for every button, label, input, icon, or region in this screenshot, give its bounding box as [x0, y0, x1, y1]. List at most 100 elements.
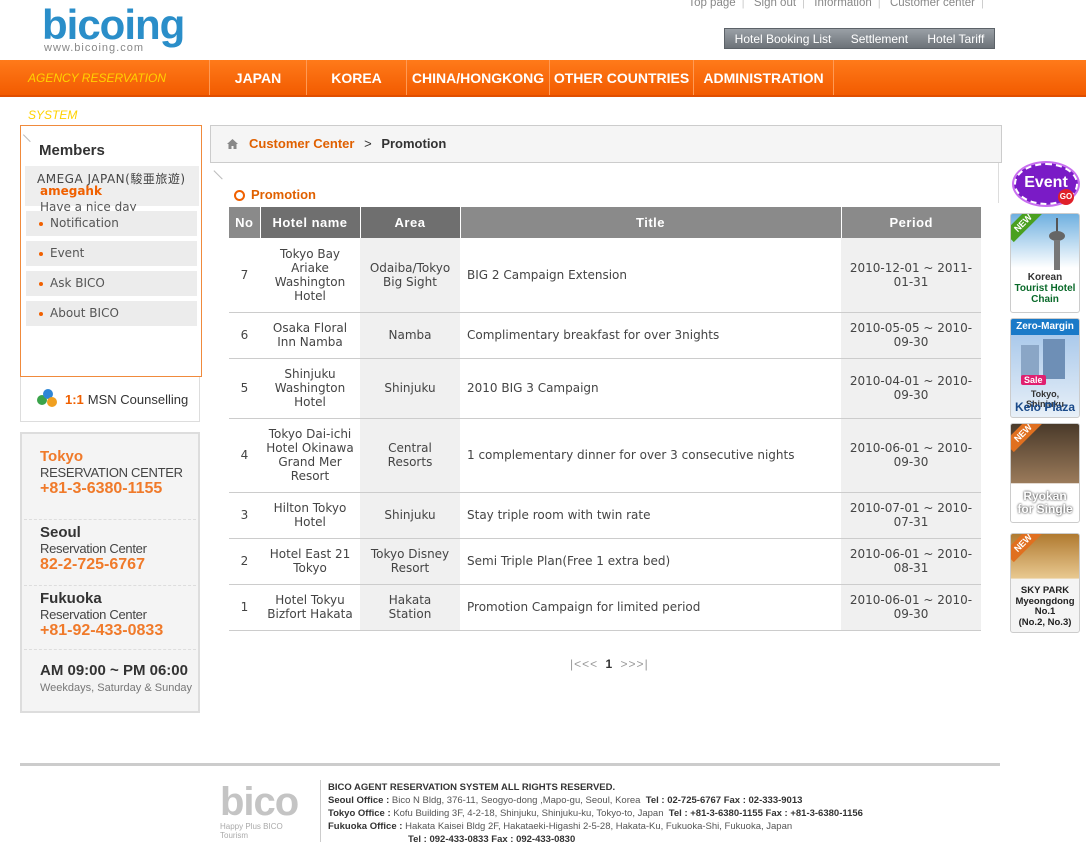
settlement-button[interactable]: Settlement	[851, 32, 908, 46]
row-title-link[interactable]: 2010 BIG 3 Campaign	[460, 358, 841, 419]
ryokan-banner[interactable]: NEW Ryokan for Single	[1010, 423, 1080, 523]
msn-counselling-button[interactable]: 1:1 MSN Counselling	[20, 377, 200, 422]
row-hotel: Hotel East 21 Tokyo	[260, 538, 360, 585]
pager-last[interactable]: >>|	[629, 657, 649, 671]
ryokan-line2: for Single	[1017, 502, 1073, 516]
nav-japan[interactable]: JAPAN	[210, 60, 307, 95]
row-title-link[interactable]: Complimentary breakfast for over 3nights	[460, 312, 841, 359]
row-period: 2010-05-05 ~ 2010-09-30	[841, 312, 981, 359]
row-title-link[interactable]: BIG 2 Campaign Extension	[460, 238, 841, 313]
zero-margin-tag: Zero-Margin	[1011, 319, 1079, 335]
logo-url: www.bicoing.com	[44, 42, 144, 54]
nav-china-hongkong[interactable]: CHINA/HONGKONG	[407, 60, 550, 95]
table-row[interactable]: 2 Hotel East 21 Tokyo Tokyo Disney Resor…	[229, 538, 981, 585]
footer-fukuoka-address: Hakata Kaisei Bldg 2F, Hakataeki-Higashi…	[405, 821, 793, 832]
row-hotel: Hilton Tokyo Hotel	[260, 492, 360, 539]
pager-prev[interactable]: <	[590, 657, 598, 671]
tokyo-center: Tokyo RESERVATION CENTER +81-3-6380-1155	[24, 448, 196, 520]
col-hotel-name: Hotel name	[260, 207, 361, 238]
pager-next[interactable]: >	[621, 657, 629, 671]
information-link[interactable]: Information	[814, 0, 872, 9]
keio-plaza-banner[interactable]: Zero-Margin Sale Tokyo, Shinjuku Keio Pl…	[1010, 318, 1080, 418]
top-links: Top page | Sign out | Information | Custome…	[688, 0, 990, 9]
building-icon	[1021, 339, 1065, 379]
msn-icon	[37, 389, 59, 409]
hotel-booking-list-button[interactable]: Hotel Booking List	[735, 32, 832, 46]
row-title-link[interactable]: Promotion Campaign for limited period	[460, 584, 841, 631]
row-period: 2010-07-01 ~ 2010-07-31	[841, 492, 981, 539]
site-logo[interactable]: bicoing www.bicoing.com	[42, 4, 187, 56]
hotel-tariff-button[interactable]: Hotel Tariff	[927, 32, 984, 46]
table-row[interactable]: 4 Tokyo Dai-ichi Hotel Okinawa Grand Mer…	[229, 418, 981, 493]
menu-event[interactable]: Event	[26, 241, 197, 266]
nav-other-countries[interactable]: OTHER COUNTRIES	[550, 60, 694, 95]
footer-tokyo-tel: Tel : +81-3-6380-1155 Fax : +81-3-6380-1…	[668, 808, 863, 819]
event-label: Event	[1024, 174, 1068, 191]
row-hotel: Hotel Tokyu Bizfort Hakata	[260, 584, 360, 631]
korean-line1: Korean	[1027, 272, 1063, 283]
sign-out-link[interactable]: Sign out	[754, 0, 796, 9]
pager-first[interactable]: |<<	[570, 657, 590, 671]
pager-current[interactable]: 1	[606, 657, 614, 671]
content-frame	[210, 162, 1000, 203]
home-icon[interactable]	[227, 139, 238, 149]
main-nav: AGENCY RESERVATION SYSTEM JAPAN KOREA CH…	[0, 60, 1086, 122]
seoul-center-label: Reservation Center	[40, 541, 147, 556]
col-area: Area	[360, 207, 461, 238]
row-title-link[interactable]: 1 complementary dinner for over 3 consec…	[460, 418, 841, 493]
table-row[interactable]: 7 Tokyo Bay Ariake Washington Hotel Odai…	[229, 238, 981, 313]
msn-label: MSN Counselling	[87, 391, 189, 407]
footer-vertical-divider	[320, 780, 321, 842]
row-title-link[interactable]: Stay triple room with twin rate	[460, 492, 841, 539]
breadcrumb: Customer Center > Promotion	[210, 125, 1002, 163]
tokyo-city: Tokyo	[40, 448, 84, 465]
customer-center-link[interactable]: Customer center	[890, 0, 975, 9]
nav-administration[interactable]: ADMINISTRATION	[694, 60, 834, 95]
menu-notification[interactable]: Notification	[26, 211, 197, 236]
corner-decoration	[22, 127, 38, 143]
skypark-line1: SKY PARK	[1020, 585, 1070, 596]
contact-box: Tokyo RESERVATION CENTER +81-3-6380-1155…	[20, 432, 200, 713]
row-title-link[interactable]: Semi Triple Plan(Free 1 extra bed)	[460, 538, 841, 585]
frame-divider	[998, 163, 999, 203]
sub-buttons: Hotel Booking List Settlement Hotel Tari…	[724, 28, 995, 49]
menu-about-bico[interactable]: About BICO	[26, 301, 197, 326]
members-box: Members AMEGA JAPAN(駿亜旅遊) amegahk Have a…	[20, 125, 202, 377]
event-banner[interactable]: Event GO	[1012, 161, 1080, 207]
footer-tagline: Happy Plus BICO Tourism	[220, 822, 283, 840]
footer-logo-wordmark: bico	[220, 780, 299, 824]
promotion-table: No Hotel name Area Title Period 7 Tokyo …	[229, 207, 981, 631]
korean-hotel-chain-banner[interactable]: NEW Korean Tourist Hotel Chain	[1010, 213, 1080, 313]
footer-info: BICO AGENT RESERVATION SYSTEM ALL RIGHTS…	[328, 781, 863, 846]
row-period: 2010-06-01 ~ 2010-08-31	[841, 538, 981, 585]
table-row[interactable]: 3 Hilton Tokyo Hotel Shinjuku Stay tripl…	[229, 492, 981, 539]
footer-tokyo-address: Kofu Building 3F, 4-2-18, Shinjuku, Shin…	[393, 808, 664, 819]
top-page-link[interactable]: Top page	[688, 0, 735, 9]
row-area: Hakata Station	[360, 584, 460, 631]
footer-fukuoka-label: Fukuoka Office :	[328, 821, 403, 832]
agency-label: AGENCY RESERVATION SYSTEM	[0, 60, 210, 122]
table-row[interactable]: 1 Hotel Tokyu Bizfort Hakata Hakata Stat…	[229, 584, 981, 631]
table-row[interactable]: 6 Osaka Floral Inn Namba Namba Complimen…	[229, 312, 981, 359]
footer-rights: BICO AGENT RESERVATION SYSTEM ALL RIGHTS…	[328, 782, 616, 793]
fukuoka-center-label: Reservation Center	[40, 607, 147, 622]
fukuoka-city: Fukuoka	[40, 590, 102, 607]
sky-park-banner[interactable]: NEW SKY PARK Myeongdong No.1 (No.2, No.3…	[1010, 533, 1080, 633]
members-title: Members	[39, 142, 105, 159]
row-hotel: Tokyo Dai-ichi Hotel Okinawa Grand Mer R…	[260, 418, 360, 493]
page-title: Promotion	[234, 187, 316, 202]
seoul-tel: 82-2-725-6767	[40, 556, 145, 573]
footer-divider	[20, 763, 1000, 766]
menu-ask-bico[interactable]: Ask BICO	[26, 271, 197, 296]
row-period: 2010-12-01 ~ 2011-01-31	[841, 238, 981, 313]
row-no: 4	[229, 418, 260, 493]
footer-seoul-address: Bico N Bldg, 376-11, Seogyo-dong ,Mapo-g…	[391, 795, 641, 806]
nav-korea[interactable]: KOREA	[307, 60, 407, 95]
breadcrumb-customer-center[interactable]: Customer Center	[249, 136, 354, 151]
footer-seoul-tel: Tel : 02-725-6767 Fax : 02-333-9013	[645, 795, 803, 806]
breadcrumb-current: Promotion	[381, 136, 447, 151]
table-row[interactable]: 5 Shinjuku Washington Hotel Shinjuku 201…	[229, 358, 981, 419]
row-hotel: Shinjuku Washington Hotel	[260, 358, 360, 419]
row-no: 7	[229, 238, 260, 313]
new-badge: NEW	[1011, 214, 1043, 243]
